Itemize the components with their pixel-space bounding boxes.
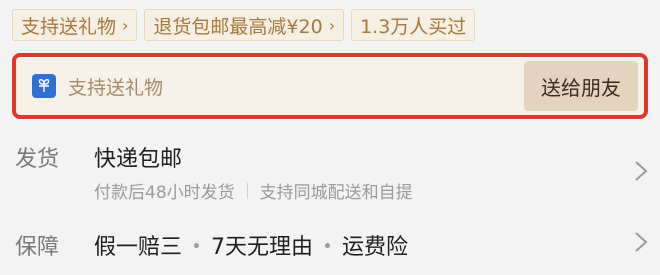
gift-bar-text: 支持送礼物: [68, 76, 164, 99]
separator-dot: [194, 242, 200, 248]
shipping-detail: 付款后48小时发货: [94, 183, 235, 203]
tag-purchase-count: 1.3万人买过: [351, 9, 476, 41]
tag-gift-support[interactable]: 支持送礼物 ›: [12, 9, 138, 41]
tag-label: 支持送礼物: [21, 15, 117, 38]
shipping-detail: 支持同城配送和自提: [259, 183, 413, 203]
gift-box-icon: [32, 74, 56, 98]
tag-label: 1.3万人买过: [360, 15, 467, 38]
guarantee-item: 运费险: [342, 235, 409, 260]
separator-dot: [325, 242, 331, 248]
chevron-right-icon: ›: [328, 15, 336, 35]
tag-label: 退货包邮最高减¥20: [153, 15, 323, 38]
shipping-details: 付款后48小时发货 支持同城配送和自提: [94, 178, 413, 203]
shipping-label: 发货: [15, 147, 60, 172]
chevron-right-icon: ›: [122, 15, 129, 35]
send-to-friend-button[interactable]: 送给朋友: [524, 61, 638, 111]
shipping-title: 快递包邮: [94, 147, 183, 172]
guarantee-item: 假一赔三: [94, 235, 183, 260]
guarantee-label: 保障: [15, 235, 60, 260]
guarantee-items: 假一赔三 7天无理由 运费险: [94, 229, 408, 261]
gift-bar: 支持送礼物 送给朋友: [12, 53, 648, 119]
chevron-right-icon[interactable]: [632, 159, 650, 183]
feature-tags: 支持送礼物 › 退货包邮最高减¥20 › 1.3万人买过: [12, 8, 476, 42]
chevron-right-icon[interactable]: [632, 230, 650, 254]
divider: [246, 182, 248, 199]
guarantee-item: 7天无理由: [211, 235, 314, 260]
tag-return-shipping[interactable]: 退货包邮最高减¥20 ›: [144, 9, 345, 41]
